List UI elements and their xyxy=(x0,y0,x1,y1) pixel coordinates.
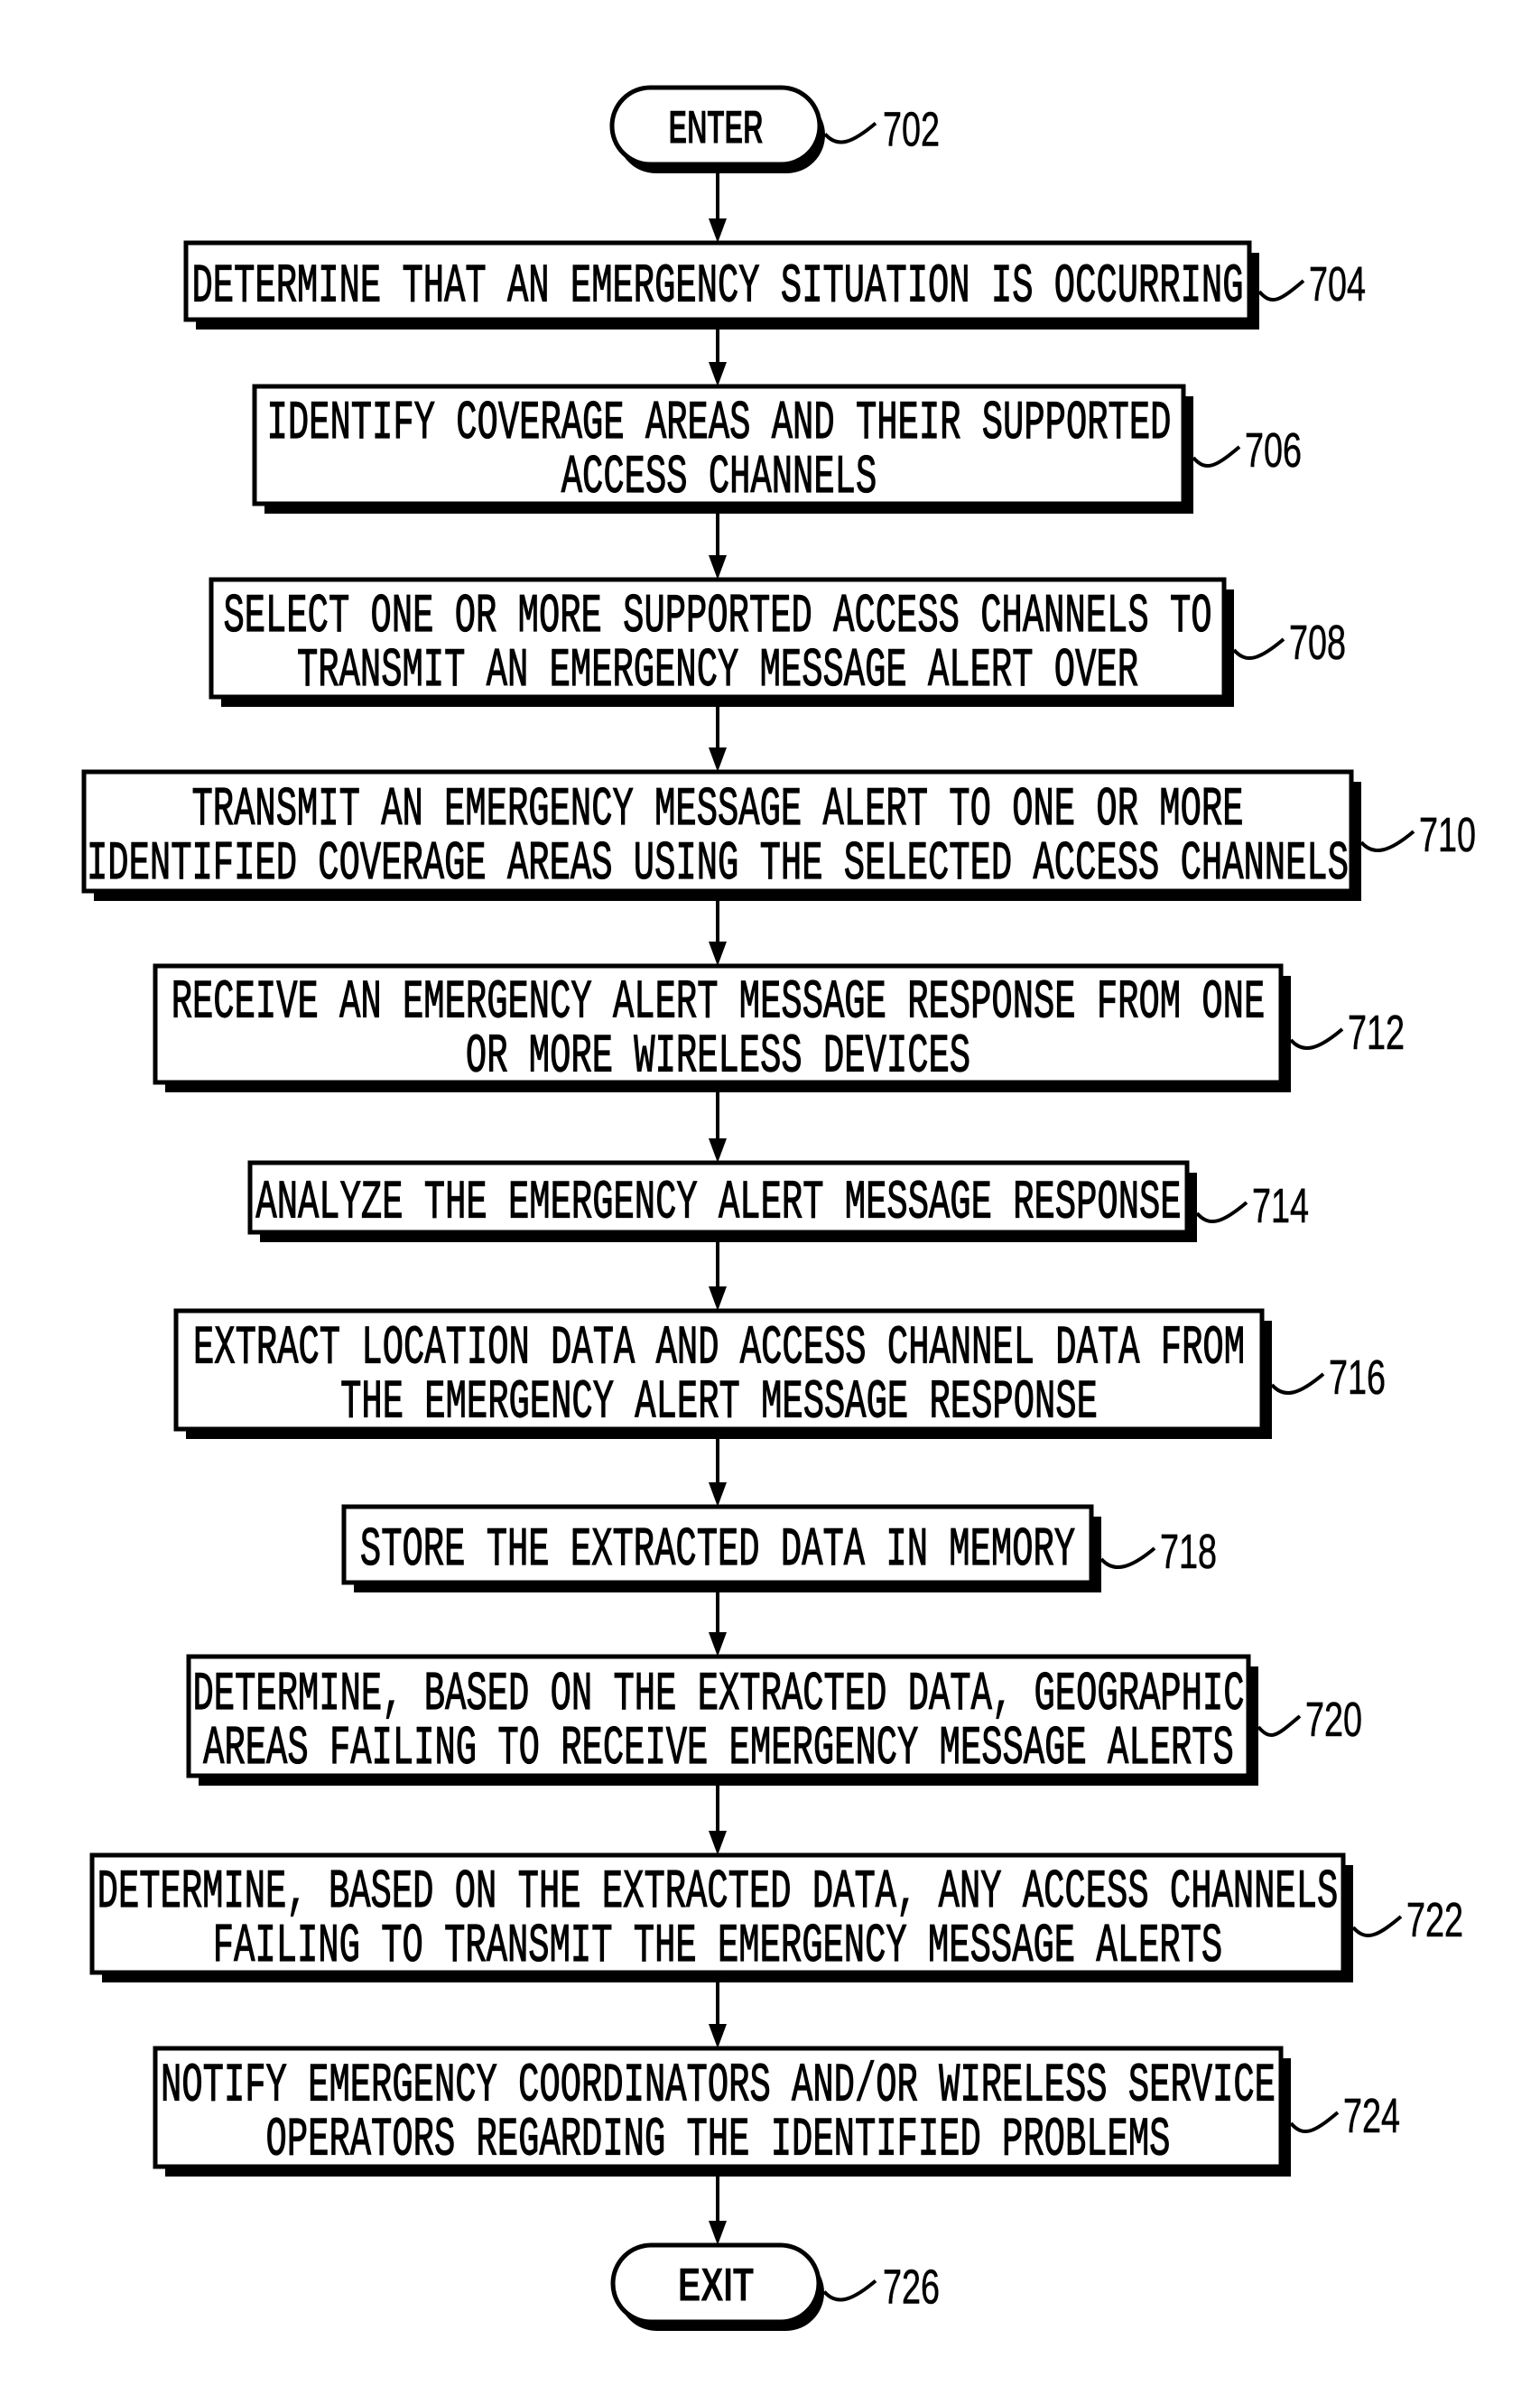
process-box-718-leader xyxy=(1099,1546,1156,1569)
process-box-710-leader xyxy=(1359,830,1415,852)
process-box-704: DETERMINE THAT AN EMERGENCY SITUATION IS… xyxy=(183,240,1252,322)
process-box-706-ref-numeral: 706 xyxy=(1245,423,1302,478)
arrowhead-icon xyxy=(709,1831,727,1855)
step-text-line: OPERATORS REGARDING THE IDENTIFIED PROBL… xyxy=(266,2111,1171,2172)
step-text-line: NOTIFY EMERGENCY COORDINATORS AND/OR WIR… xyxy=(161,2056,1276,2118)
start-terminal-ref-numeral: 702 xyxy=(883,103,940,157)
process-box-724-ref-numeral: 724 xyxy=(1343,2089,1400,2143)
flowchart-canvas: ENTER DETERMINE THAT AN EMERGENCY SITUATI… xyxy=(81,85,1476,2331)
process-box-710: TRANSMIT AN EMERGENCY MESSAGE ALERT TO O… xyxy=(81,769,1354,896)
process-box-716-leader xyxy=(1270,1372,1325,1395)
flow-arrow-to-706 xyxy=(709,330,727,386)
start-terminal: ENTER xyxy=(609,85,822,167)
step-text-line: FAILING TO TRANSMIT THE EMERGENCY MESSAG… xyxy=(213,1917,1222,1978)
start-terminal-label: ENTER xyxy=(669,102,764,154)
arrowhead-icon xyxy=(709,1632,727,1657)
step-text-line: DETERMINE THAT AN EMERGENCY SITUATION IS… xyxy=(192,257,1244,319)
step-text-line: AREAS FAILING TO RECEIVE EMERGENCY MESSA… xyxy=(203,1719,1234,1780)
flow-arrow-to-710 xyxy=(709,707,727,772)
step-text-line: ANALYZE THE EMERGENCY ALERT MESSAGE RESP… xyxy=(255,1174,1181,1235)
flow-arrow-to-712 xyxy=(709,901,727,966)
process-box-708-leader xyxy=(1232,637,1285,660)
process-box-720: DETERMINE, BASED ON THE EXTRACTED DATA, … xyxy=(186,1654,1251,1781)
process-box-706: IDENTIFY COVERAGE AREAS AND THEIR SUPPOR… xyxy=(252,384,1186,510)
arrowhead-icon xyxy=(709,1286,727,1311)
arrowhead-icon xyxy=(709,747,727,772)
arrowhead-icon xyxy=(709,362,727,386)
flow-arrow-to-704 xyxy=(709,164,727,243)
step-text-line: SELECT ONE OR MORE SUPPORTED ACCESS CHAN… xyxy=(223,587,1211,648)
process-box-720-leader xyxy=(1257,1714,1302,1738)
arrowhead-icon xyxy=(709,218,727,243)
process-box-710-ref-numeral: 710 xyxy=(1419,808,1476,862)
end-terminal: EXIT xyxy=(610,2242,821,2325)
process-box-718: STORE THE EXTRACTED DATA IN MEMORY xyxy=(341,1504,1094,1585)
process-box-708-ref-numeral: 708 xyxy=(1289,616,1346,670)
arrowhead-icon xyxy=(709,1482,727,1507)
process-box-716: EXTRACT LOCATION DATA AND ACCESS CHANNEL… xyxy=(173,1308,1265,1434)
flow-arrow-to-726 xyxy=(709,2177,727,2245)
step-text-line: OR MORE WIRELESS DEVICES xyxy=(466,1027,970,1089)
step-text-line: THE EMERGENCY ALERT MESSAGE RESPONSE xyxy=(340,1373,1098,1434)
process-box-712: RECEIVE AN EMERGENCY ALERT MESSAGE RESPO… xyxy=(153,963,1284,1089)
process-box-704-ref-numeral: 704 xyxy=(1309,257,1366,311)
flow-arrow-to-716 xyxy=(709,1242,727,1311)
step-text-line: TRANSMIT AN EMERGENCY MESSAGE ALERT TO O… xyxy=(192,780,1244,841)
process-box-712-ref-numeral: 712 xyxy=(1348,1006,1405,1060)
arrowhead-icon xyxy=(709,942,727,966)
process-box-714: ANALYZE THE EMERGENCY ALERT MESSAGE RESP… xyxy=(247,1160,1190,1235)
process-box-712-leader xyxy=(1289,1027,1344,1050)
flow-arrow-to-720 xyxy=(709,1592,727,1657)
process-box-724: NOTIFY EMERGENCY COORDINATORS AND/OR WIR… xyxy=(153,2046,1284,2172)
flow-arrow-to-708 xyxy=(709,514,727,580)
process-box-722-leader xyxy=(1351,1915,1403,1937)
process-box-708: SELECT ONE OR MORE SUPPORTED ACCESS CHAN… xyxy=(209,577,1227,703)
flow-arrow-to-724 xyxy=(709,1982,727,2048)
step-text-line: IDENTIFY COVERAGE AREAS AND THEIR SUPPOR… xyxy=(267,394,1172,455)
end-terminal-ref-numeral: 726 xyxy=(883,2260,940,2315)
step-text-line: IDENTIFIED COVERAGE AREAS USING THE SELE… xyxy=(87,834,1349,896)
step-text-line: STORE THE EXTRACTED DATA IN MEMORY xyxy=(360,1520,1075,1582)
step-text-line: DETERMINE, BASED ON THE EXTRACTED DATA, … xyxy=(97,1862,1339,1924)
flow-arrow-to-718 xyxy=(709,1439,727,1507)
start-terminal-leader xyxy=(823,121,877,144)
process-box-706-leader xyxy=(1192,445,1241,468)
step-text-line: TRANSMIT AN EMERGENCY MESSAGE ALERT OVER xyxy=(297,641,1138,702)
flow-arrow-to-722 xyxy=(709,1786,727,1855)
process-box-718-ref-numeral: 718 xyxy=(1160,1525,1217,1579)
arrowhead-icon xyxy=(709,2024,727,2048)
process-box-714-ref-numeral: 714 xyxy=(1252,1179,1309,1233)
step-text-line: DETERMINE, BASED ON THE EXTRACTED DATA, … xyxy=(193,1665,1245,1726)
process-box-722-ref-numeral: 722 xyxy=(1406,1893,1463,1947)
process-box-722: DETERMINE, BASED ON THE EXTRACTED DATA, … xyxy=(89,1852,1346,1979)
arrowhead-icon xyxy=(709,555,727,580)
process-box-714-leader xyxy=(1195,1201,1248,1223)
process-box-704-leader xyxy=(1257,279,1305,302)
step-text-line: RECEIVE AN EMERGENCY ALERT MESSAGE RESPO… xyxy=(172,973,1266,1035)
step-text-line: EXTRACT LOCATION DATA AND ACCESS CHANNEL… xyxy=(193,1319,1245,1380)
arrowhead-icon xyxy=(709,1138,727,1163)
flow-arrow-to-714 xyxy=(709,1092,727,1163)
step-text-line: ACCESS CHANNELS xyxy=(561,448,877,509)
end-terminal-leader xyxy=(822,2279,877,2302)
process-box-720-ref-numeral: 720 xyxy=(1305,1693,1362,1747)
process-box-716-ref-numeral: 716 xyxy=(1329,1351,1386,1405)
end-terminal-label: EXIT xyxy=(678,2260,754,2312)
arrowhead-icon xyxy=(709,2221,727,2245)
process-box-724-leader xyxy=(1289,2111,1340,2133)
